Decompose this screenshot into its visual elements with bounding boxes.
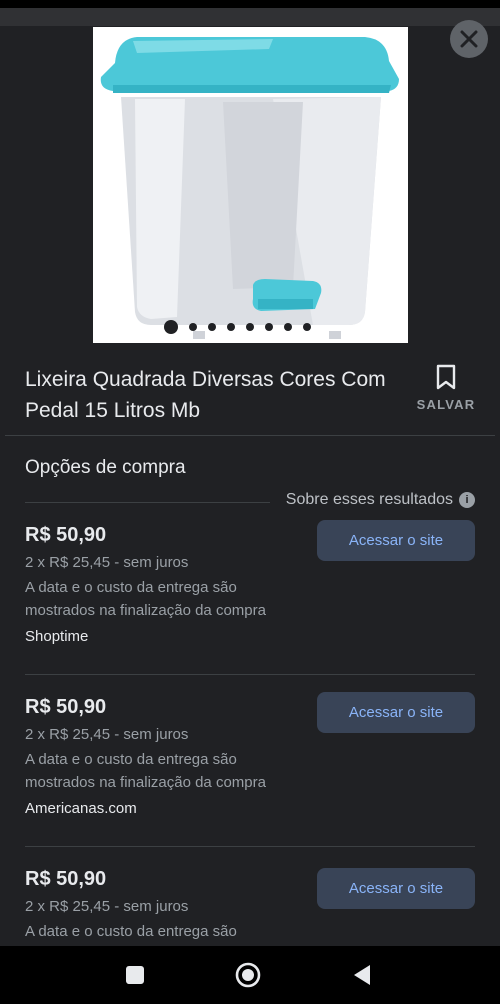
save-label: SALVAR — [416, 397, 476, 412]
offer-installments: 2 x R$ 25,45 - sem juros — [25, 554, 189, 571]
home-button[interactable] — [218, 946, 278, 1004]
save-button[interactable]: SALVAR — [412, 364, 480, 416]
divider — [25, 674, 475, 675]
offer-shipping-note: A data e o custo da entrega são mostrado… — [25, 751, 266, 791]
buying-options-title: Opções de compra — [25, 457, 186, 478]
offer-installments: 2 x R$ 25,45 - sem juros — [25, 898, 189, 915]
product-title: Lixeira Quadrada Diversas Cores Com Peda… — [25, 368, 386, 422]
carousel-dot[interactable] — [265, 323, 273, 331]
trash-bin-illustration — [93, 27, 408, 343]
divider — [25, 502, 270, 503]
square-icon — [126, 966, 144, 984]
offer-price: R$ 50,90 — [25, 524, 107, 546]
visit-site-button[interactable]: Acessar o site — [317, 692, 475, 733]
about-results-label: Sobre esses resultados — [285, 491, 453, 508]
offer-seller[interactable]: Americanas.com — [25, 800, 137, 817]
visit-site-button[interactable]: Acessar o site — [317, 868, 475, 909]
offer-seller[interactable]: Shoptime — [25, 628, 88, 645]
close-icon — [460, 30, 478, 48]
carousel-dot[interactable] — [208, 323, 216, 331]
header-strip — [0, 8, 500, 26]
offer-price: R$ 50,90 — [25, 696, 107, 718]
offer-card: R$ 50,90 2 x R$ 25,45 - sem juros A data… — [0, 692, 500, 868]
about-results-link[interactable]: Sobre esses resultados i — [286, 491, 475, 509]
carousel-dot[interactable] — [246, 323, 254, 331]
offer-card: R$ 50,90 2 x R$ 25,45 - sem juros A data… — [0, 520, 500, 696]
carousel-dot[interactable] — [164, 320, 178, 334]
offer-card: R$ 50,90 2 x R$ 25,45 - sem juros A data… — [0, 868, 500, 946]
offer-installments: 2 x R$ 25,45 - sem juros — [25, 726, 189, 743]
back-button[interactable] — [332, 946, 392, 1004]
carousel-dot[interactable] — [227, 323, 235, 331]
image-carousel-dots[interactable] — [164, 318, 311, 336]
close-button[interactable] — [450, 20, 488, 58]
status-bar — [0, 0, 500, 8]
divider — [25, 846, 475, 847]
back-triangle-icon — [354, 965, 370, 985]
recents-button[interactable] — [105, 946, 165, 1004]
carousel-dot[interactable] — [303, 323, 311, 331]
info-icon: i — [459, 492, 475, 508]
offer-price: R$ 50,90 — [25, 868, 107, 890]
carousel-dot[interactable] — [189, 323, 197, 331]
offer-shipping-note: A data e o custo da entrega são mostrado… — [25, 579, 266, 619]
visit-site-button[interactable]: Acessar o site — [317, 520, 475, 561]
carousel-dot[interactable] — [284, 323, 292, 331]
system-navigation-bar — [0, 946, 500, 1004]
offer-shipping-note: A data e o custo da entrega são — [25, 923, 237, 940]
product-image[interactable] — [93, 27, 408, 343]
bookmark-icon — [436, 364, 456, 390]
divider — [5, 435, 495, 436]
circle-icon — [235, 962, 261, 988]
